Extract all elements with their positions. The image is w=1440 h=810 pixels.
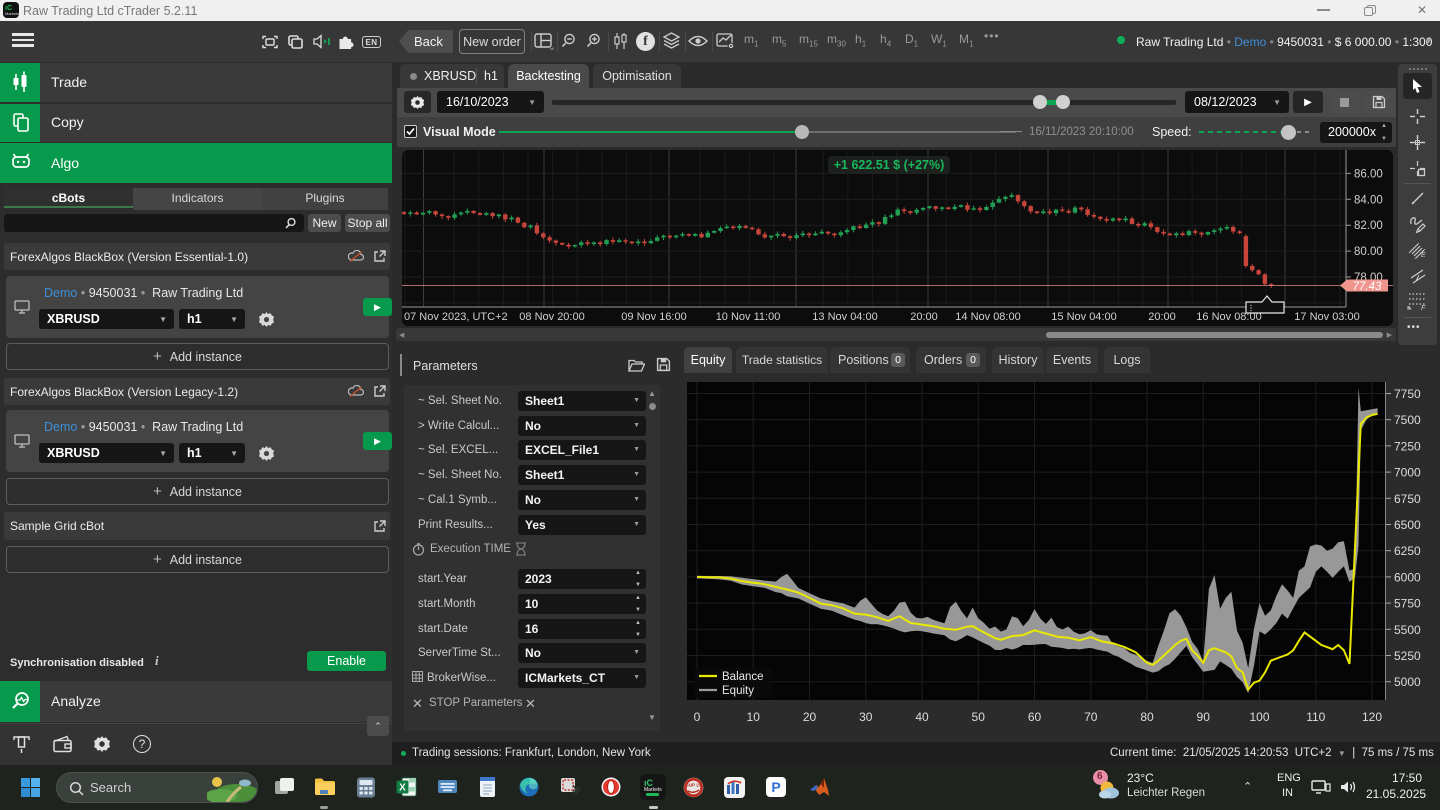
svg-text:6750: 6750 (1394, 492, 1421, 506)
svg-text:20:00: 20:00 (1148, 311, 1176, 323)
svg-text:09 Nov 16:00: 09 Nov 16:00 (621, 311, 686, 323)
svg-text:120: 120 (1362, 710, 1382, 724)
svg-text:86.00: 86.00 (1354, 168, 1383, 180)
svg-text:7250: 7250 (1394, 439, 1421, 453)
svg-text:10 Nov 11:00: 10 Nov 11:00 (716, 311, 781, 323)
svg-text:6500: 6500 (1394, 518, 1421, 532)
svg-text:F: F (1421, 305, 1426, 311)
svg-text:5750: 5750 (1394, 597, 1421, 611)
svg-text:90: 90 (1197, 710, 1211, 724)
svg-text:5250: 5250 (1394, 649, 1421, 663)
svg-text:77.43: 77.43 (1353, 281, 1382, 293)
svg-text:40: 40 (915, 710, 929, 724)
svg-text:80: 80 (1140, 710, 1154, 724)
svg-text:P: P (771, 779, 780, 795)
svg-text:SUP 23: SUP 23 (686, 783, 702, 788)
svg-text:82.00: 82.00 (1354, 220, 1383, 232)
svg-text:14 Nov 08:00: 14 Nov 08:00 (955, 311, 1020, 323)
svg-text:0: 0 (694, 710, 701, 724)
svg-text:6000: 6000 (1394, 570, 1421, 584)
svg-text:X: X (399, 783, 406, 794)
svg-text:60: 60 (1028, 710, 1042, 724)
svg-text:+1 622.51 $ (+27%): +1 622.51 $ (+27%) (834, 158, 945, 172)
svg-text:17 Nov 03:00: 17 Nov 03:00 (1294, 311, 1359, 323)
svg-text:6250: 6250 (1394, 544, 1421, 558)
svg-text:07 Nov 2023, UTC+2: 07 Nov 2023, UTC+2 (404, 311, 508, 323)
svg-text:10: 10 (747, 710, 761, 724)
svg-text:70: 70 (1084, 710, 1098, 724)
svg-text:84.00: 84.00 (1354, 194, 1383, 206)
svg-text:13 Nov 04:00: 13 Nov 04:00 (812, 311, 877, 323)
svg-text:Balance: Balance (722, 671, 764, 683)
svg-text:5000: 5000 (1394, 675, 1421, 689)
svg-text:5500: 5500 (1394, 623, 1421, 637)
svg-text:20:00: 20:00 (910, 311, 938, 323)
svg-text:Equity: Equity (722, 685, 754, 697)
svg-text:08 Nov 20:00: 08 Nov 20:00 (519, 311, 584, 323)
svg-text:100: 100 (1249, 710, 1269, 724)
svg-text:7000: 7000 (1394, 466, 1421, 480)
svg-text:7500: 7500 (1394, 413, 1421, 427)
svg-text:15 Nov 04:00: 15 Nov 04:00 (1051, 311, 1116, 323)
svg-text:80.00: 80.00 (1354, 246, 1383, 258)
svg-text:E: E (1421, 252, 1426, 259)
svg-text:7750: 7750 (1394, 387, 1421, 401)
svg-text:20: 20 (803, 710, 817, 724)
svg-text:110: 110 (1306, 710, 1325, 724)
svg-text:30: 30 (859, 710, 873, 724)
svg-text:50: 50 (972, 710, 986, 724)
